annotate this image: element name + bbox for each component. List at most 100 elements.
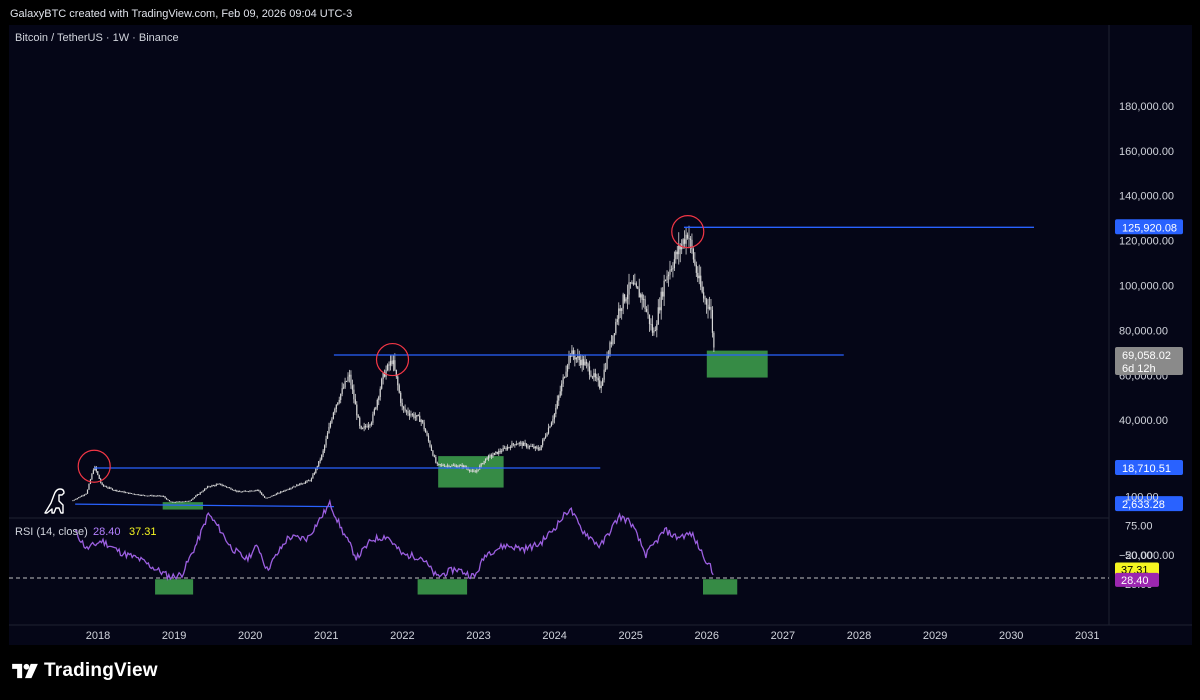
candle-body — [364, 426, 367, 428]
candle-body — [303, 483, 305, 484]
cycle-top-circle[interactable] — [375, 342, 410, 377]
candle-body — [261, 492, 263, 495]
candle-body — [544, 436, 547, 438]
candle-body — [653, 331, 655, 333]
candle-body — [574, 355, 576, 360]
candle-body — [82, 495, 84, 497]
time-tick-label: 2020 — [238, 630, 262, 642]
cycle-top-circle[interactable] — [671, 215, 705, 249]
candle-body — [600, 385, 602, 389]
chart-title: Bitcoin / TetherUS · 1W · Binance — [15, 32, 179, 44]
tradingview-brand[interactable]: TradingView — [12, 660, 158, 682]
candle-body — [530, 445, 532, 447]
candle-body — [103, 484, 105, 487]
candle-body — [670, 269, 673, 271]
candle-body — [83, 494, 86, 496]
candle-body — [628, 282, 630, 295]
candle-body — [315, 468, 317, 474]
rsi-oversold-zone — [155, 579, 194, 595]
candle-body — [489, 455, 491, 456]
candle-body — [195, 495, 197, 498]
candle-body — [609, 342, 611, 355]
candle-body — [476, 470, 478, 473]
chart-panel[interactable]: 180,000.00 160,000.00 140,000.00 120,000.00… — [9, 25, 1192, 645]
candle-body — [259, 490, 261, 493]
candle-body — [496, 451, 498, 454]
candle-body — [669, 269, 671, 275]
candle-body — [369, 424, 371, 426]
candle-body — [230, 487, 232, 490]
candle-body — [367, 425, 370, 428]
candle-body — [133, 493, 135, 495]
candle-body — [142, 494, 144, 496]
candle-body — [552, 419, 554, 423]
candle-body — [91, 473, 93, 480]
candle-body — [182, 501, 184, 503]
candle-body — [135, 494, 137, 496]
candle-body — [174, 501, 176, 503]
candle-body — [419, 415, 421, 422]
candle-body — [345, 381, 348, 382]
candle-body — [632, 282, 634, 285]
candle-body — [265, 497, 267, 499]
candle-body — [321, 454, 323, 460]
candle-body — [587, 363, 589, 367]
candle-body — [120, 491, 122, 493]
cycle-top-circle[interactable] — [77, 449, 111, 483]
candle-body — [568, 354, 570, 366]
time-tick-label: 2031 — [1075, 630, 1099, 642]
candle-body — [239, 491, 241, 493]
chart-canvas[interactable]: 180,000.00 160,000.00 140,000.00 120,000.00… — [9, 25, 1192, 645]
candle-body — [240, 491, 242, 493]
candle-body — [444, 465, 446, 467]
rsi-legend-value: 28.40 — [93, 526, 121, 538]
candle-body — [85, 493, 87, 495]
candle-body — [708, 306, 711, 309]
candle-body — [518, 442, 520, 444]
candle-body — [304, 481, 307, 484]
candle-body — [659, 307, 661, 311]
candle-body — [124, 492, 127, 494]
candle-body — [654, 330, 656, 332]
candle-body — [483, 460, 485, 464]
candle-body — [296, 484, 298, 487]
candle-body — [252, 490, 254, 492]
candle-body — [155, 495, 157, 497]
candle-body — [281, 491, 283, 493]
price-tick-label: 100,000.00 — [1119, 281, 1174, 293]
candle-body — [657, 307, 659, 325]
candle-body — [542, 440, 544, 446]
candle-body — [591, 376, 594, 378]
candle-body — [585, 361, 588, 364]
candle-body — [647, 311, 649, 315]
candle-body — [269, 496, 272, 498]
candle-body — [310, 478, 313, 481]
candle-body — [427, 435, 430, 441]
candle-body — [441, 464, 443, 466]
candle-body — [454, 465, 456, 467]
candle-body — [624, 294, 626, 302]
candle-body — [335, 404, 337, 409]
candle-body — [452, 465, 454, 467]
candle-body — [350, 374, 352, 386]
candle-body — [293, 486, 295, 488]
candle-body — [524, 442, 526, 444]
candle-body — [584, 361, 586, 366]
candle-body — [477, 469, 479, 471]
candle-body — [225, 486, 228, 488]
candle-body — [86, 489, 89, 494]
rsi-badge-label: 28.40 — [1121, 575, 1149, 587]
candle-body — [322, 450, 324, 455]
candle-body — [682, 239, 684, 245]
level-line[interactable] — [75, 503, 334, 508]
candle-body — [675, 251, 677, 260]
candle-body — [556, 400, 558, 409]
candle-body — [193, 497, 195, 499]
candle-body — [154, 495, 156, 497]
candle-body — [359, 417, 361, 426]
candle-body — [562, 377, 564, 384]
candle-body — [299, 483, 301, 486]
candle-body — [672, 268, 674, 270]
candle-body — [531, 446, 534, 448]
candle-body — [583, 359, 585, 366]
